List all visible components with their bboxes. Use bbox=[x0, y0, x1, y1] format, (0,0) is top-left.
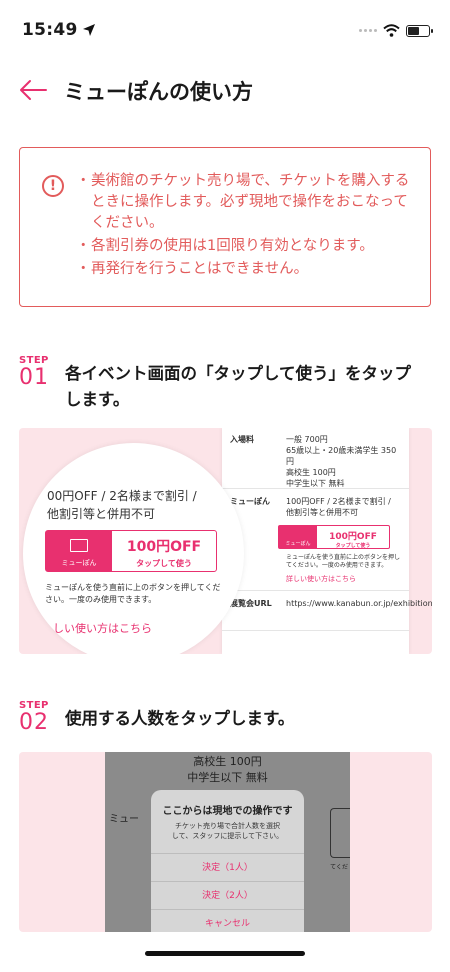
step-number: 02 bbox=[19, 710, 49, 735]
note-fragment: てくだ bbox=[330, 864, 348, 871]
step-title: 使用する人数をタップします。 bbox=[65, 709, 295, 728]
coupon-button-small: ミューぽん 100円OFF タップして使う bbox=[278, 525, 390, 549]
notice-box: ! ・美術館のチケット売り場で、チケットを購入するときに操作します。必ず現地で操… bbox=[19, 147, 431, 307]
location-arrow-icon bbox=[82, 24, 95, 36]
fee-text: 高校生 100円 中学生以下 無料 bbox=[187, 755, 268, 784]
step-number: 01 bbox=[19, 365, 49, 390]
step-title: 各イベント画面の「タップして使う」をタップします。 bbox=[65, 364, 412, 409]
dialog-description: チケット売り場で合計人数を選択 して、スタッフに提示して下さい。 bbox=[171, 822, 284, 840]
coupon-note-small: ミューぽんを使う直前に上のボタンを押してください。一度のみ使用できます。 bbox=[286, 554, 401, 569]
notice-line: ・再発行を行うことはできません。 bbox=[76, 261, 309, 277]
alert-icon: ! bbox=[42, 175, 64, 197]
wifi-icon bbox=[383, 24, 400, 37]
step-01-illustration: 入場料 一般 700円 65歳以上・20歳未満学生 350円 高校生 100円 … bbox=[19, 428, 432, 654]
back-arrow-icon[interactable] bbox=[18, 78, 48, 102]
step-02-illustration: 高校生 100円 中学生以下 無料 ミュー てくだ ここからは現地での操作です … bbox=[19, 752, 432, 932]
detail-row-fee: 入場料 一般 700円 65歳以上・20歳未満学生 350円 高校生 100円 … bbox=[230, 435, 397, 488]
dialog-title: ここからは現地での操作です bbox=[162, 806, 293, 817]
confirm-2-people-button: 決定（2人） bbox=[151, 881, 304, 909]
signal-icon bbox=[359, 29, 377, 32]
people-count-dialog: ここからは現地での操作です チケット売り場で合計人数を選択 して、スタッフに提示… bbox=[151, 790, 304, 932]
phone-screen: 高校生 100円 中学生以下 無料 ミュー てくだ ここからは現地での操作です … bbox=[105, 752, 350, 932]
status-time: 15:49 bbox=[22, 20, 96, 40]
page-title: ミューぽんの使い方 bbox=[64, 80, 253, 104]
notice-line: ・各割引券の使用は1回限り有効となります。 bbox=[76, 238, 374, 254]
tap-to-use-button: ミューぽん 100円OFF タップして使う bbox=[45, 530, 217, 572]
status-bar: 15:49 bbox=[0, 0, 450, 56]
clock-text: 15:49 bbox=[22, 20, 78, 40]
status-icons bbox=[359, 24, 433, 37]
confirm-1-person-button: 決定（1人） bbox=[151, 853, 304, 881]
notice-line: ・美術館のチケット売り場で、チケットを購入するときに操作します。必ず現地で操作を… bbox=[76, 173, 410, 231]
coupon-label-fragment: ミュー bbox=[109, 814, 139, 825]
home-indicator[interactable] bbox=[145, 951, 305, 956]
notice-text: ・美術館のチケット売り場で、チケットを購入するときに操作します。必ず現地で操作を… bbox=[76, 171, 416, 282]
ticket-icon bbox=[70, 539, 88, 552]
callout-howto-link: しい使い方はこちら bbox=[53, 622, 152, 635]
cancel-button: キャンセル bbox=[151, 909, 304, 932]
callout-note: ミューぽんを使う直前に上のボタンを押してくだ さい。一度のみ使用できます。 bbox=[45, 583, 221, 604]
nav-header: ミューぽんの使い方 bbox=[0, 70, 450, 114]
howto-link-small: 詳しい使い方はこちら bbox=[286, 575, 356, 583]
battery-icon bbox=[406, 24, 433, 37]
coupon-button-fragment bbox=[330, 808, 350, 858]
zoom-callout: 00円OFF / 2名様まで割引 / 他割引等と併用不可 ミューぽん 100円O… bbox=[23, 443, 244, 654]
callout-discount-text: 00円OFF / 2名様まで割引 / 他割引等と併用不可 bbox=[47, 489, 197, 521]
